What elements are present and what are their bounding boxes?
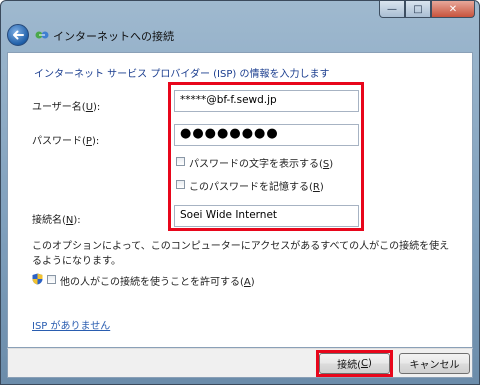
password-value: ●●●●●●●● xyxy=(180,126,279,141)
dialog-content: インターネット サービス プロバイダー (ISP) の情報を入力します ユーザー… xyxy=(7,52,473,348)
allow-others-checkbox[interactable] xyxy=(47,275,56,284)
uac-shield-icon xyxy=(32,273,43,285)
show-password-label[interactable]: パスワードの文字を表示する(S) xyxy=(189,155,333,170)
minimize-icon: — xyxy=(387,3,397,15)
connect-button-highlight xyxy=(316,350,393,377)
username-input[interactable]: *****@bf-f.sewd.jp xyxy=(174,90,359,112)
remember-password-checkbox[interactable] xyxy=(176,180,185,189)
remember-password-label[interactable]: このパスワードを記憶する(R) xyxy=(189,178,324,193)
username-label: ユーザー名(U): xyxy=(32,102,101,113)
page-heading: インターネット サービス プロバイダー (ISP) の情報を入力します xyxy=(34,69,330,80)
password-label: パスワード(P): xyxy=(32,136,100,147)
caption-buttons: — □ ✕ xyxy=(379,1,475,19)
connection-name-label: 接続名(N): xyxy=(32,215,81,226)
header-bar: インターネットへの接続 xyxy=(1,19,479,53)
close-icon: ✕ xyxy=(448,3,458,15)
network-connection-icon xyxy=(35,31,49,39)
close-button[interactable]: ✕ xyxy=(431,1,475,18)
back-arrow-icon xyxy=(13,30,24,40)
window-title: インターネットへの接続 xyxy=(53,30,174,43)
maximize-button[interactable]: □ xyxy=(405,1,431,18)
back-button[interactable] xyxy=(7,24,29,46)
show-password-checkbox[interactable] xyxy=(176,157,185,166)
cancel-button[interactable]: キャンセル xyxy=(399,353,470,374)
username-value: *****@bf-f.sewd.jp xyxy=(180,94,277,106)
dialog-window: — □ ✕ インターネットへの接続 インターネット サービス プロバイダー (I… xyxy=(0,0,480,385)
minimize-button[interactable]: — xyxy=(379,1,405,18)
connection-name-value: Soei Wide Internet xyxy=(180,209,278,221)
password-input[interactable]: ●●●●●●●● xyxy=(174,124,359,146)
allow-others-label[interactable]: 他の人がこの接続を使うことを許可する(A) xyxy=(60,273,255,288)
allow-description: このオプションによって、このコンピューターにアクセスがあるすべての人がこの接続を… xyxy=(32,241,450,267)
no-isp-link[interactable]: ISP がありません xyxy=(32,317,110,332)
connection-name-input[interactable]: Soei Wide Internet xyxy=(174,205,359,227)
maximize-icon: □ xyxy=(413,3,423,15)
